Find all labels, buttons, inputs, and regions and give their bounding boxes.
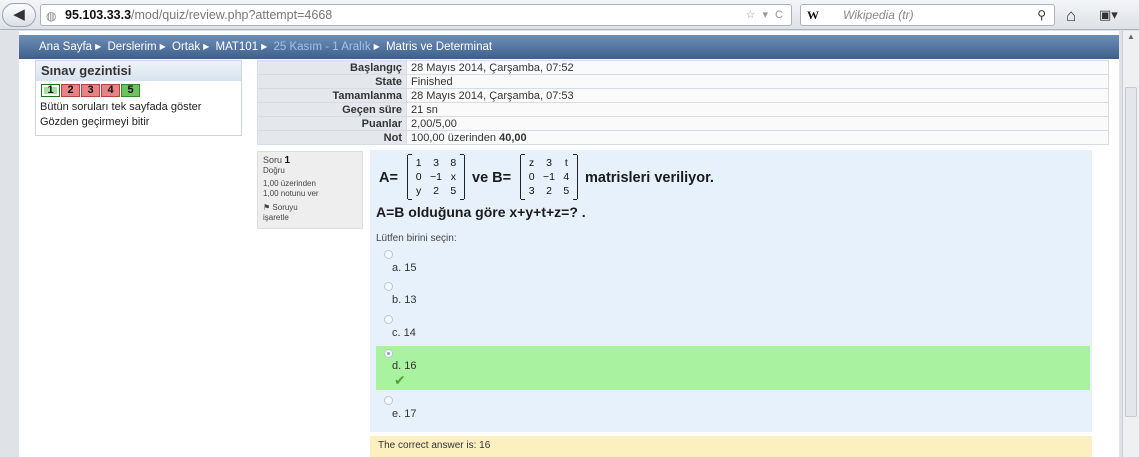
question-button-2[interactable]: 2 (61, 84, 80, 97)
radio-button[interactable] (384, 282, 393, 291)
question-content: A= 138 0 −1 x y25 ve B= z3t 0 −1 4 325 matri… (370, 150, 1092, 432)
breadcrumb-separator-icon: ▶ (159, 42, 166, 51)
correct-answer-feedback: The correct answer is: 16 (370, 436, 1092, 457)
question-button-1[interactable]: 1 (41, 84, 60, 97)
quiz-navigation-block: Sınav gezintisi 12345 Bütün soruları tek… (35, 60, 242, 136)
check-icon: ✔ (394, 372, 406, 388)
question-subtext: A=B olduğuna göre x+y+t+z=? . (376, 204, 586, 220)
finish-review-link[interactable]: Gözden geçirmeyi bitir (36, 115, 241, 130)
address-bar[interactable]: ◍ 95.103.33.3/mod/quiz/review.php?attemp… (40, 4, 792, 26)
back-arrow-icon: ◀ (13, 6, 25, 23)
search-placeholder: Wikipedia (tr) (843, 8, 914, 22)
question-number: Soru 1 (263, 155, 291, 166)
search-icon[interactable]: ⚲ (1037, 5, 1046, 25)
breadcrumb-item-week[interactable]: 25 Kasım - 1 Aralık (273, 41, 370, 53)
radio-button[interactable] (384, 396, 393, 405)
answer-label: d. 16 (392, 360, 417, 372)
breadcrumb-item-common[interactable]: Ortak (172, 41, 200, 53)
matrix-a: 138 0 −1 x y25 (407, 154, 465, 200)
answer-option-e[interactable]: e. 17 (376, 396, 1090, 428)
breadcrumb: Ana Sayfa ▶ Derslerim ▶ Ortak ▶ MAT101 ▶ 25 … (19, 35, 1119, 59)
breadcrumb-separator-icon: ▶ (261, 42, 268, 51)
matrix-b-label: ve B= (472, 170, 512, 186)
answer-label: e. 17 (392, 408, 417, 420)
summary-label: Tamamlanma (257, 88, 407, 103)
browser-toolbar: ◀ ◍ 95.103.33.3/mod/quiz/review.php?atte… (0, 0, 1139, 30)
table-row: Puanlar 2,00/5,00 (257, 116, 1109, 131)
breadcrumb-item-current[interactable]: Matris ve Determinat (386, 41, 492, 53)
breadcrumb-separator-icon: ▶ (95, 42, 102, 51)
table-row: Başlangıç 28 Mayıs 2014, Çarşamba, 07:52 (257, 60, 1109, 75)
flag-question-button[interactable]: ⚑ Soruyu işaretle (263, 203, 362, 223)
menu-icon[interactable]: ▣▾ (1099, 7, 1118, 23)
scroll-up-icon[interactable]: ▲ (1125, 32, 1137, 44)
radio-button[interactable] (384, 315, 393, 324)
answer-option-d[interactable]: d. 16 ✔ (376, 346, 1090, 390)
breadcrumb-separator-icon: ▶ (373, 42, 380, 51)
matrix-b: z3t 0 −1 4 325 (520, 154, 578, 200)
table-row: State Finished (257, 74, 1109, 89)
breadcrumb-separator-icon: ▶ (203, 42, 210, 51)
url-text: 95.103.33.3/mod/quiz/review.php?attempt=… (65, 8, 333, 22)
question-suffix: matrisleri veriliyor. (585, 170, 714, 186)
radio-button-selected[interactable] (384, 349, 393, 358)
summary-label: State (257, 74, 407, 89)
wikipedia-icon[interactable]: W (807, 5, 819, 25)
question-button-5[interactable]: 5 (121, 84, 140, 97)
question-status: Doğru (263, 166, 285, 175)
summary-value: 28 Mayıs 2014, Çarşamba, 07:52 (406, 60, 1109, 75)
search-bar[interactable]: W Wikipedia (tr) ⚲ (800, 4, 1055, 26)
breadcrumb-item-course[interactable]: MAT101 (215, 41, 258, 53)
answer-option-a[interactable]: a. 15 (376, 250, 1090, 282)
matrix-a-label: A= (379, 170, 398, 186)
answer-prompt: Lütfen birini seçin: (376, 233, 457, 244)
summary-value: 21 sn (406, 102, 1109, 117)
table-row: Tamamlanma 28 Mayıs 2014, Çarşamba, 07:53 (257, 88, 1109, 103)
quiz-navigation-title: Sınav gezintisi (36, 61, 241, 81)
answer-option-c[interactable]: c. 14 (376, 315, 1090, 347)
table-row: Geçen süre 21 sn (257, 102, 1109, 117)
breadcrumb-item-courses[interactable]: Derslerim (107, 41, 156, 53)
breadcrumb-item-home[interactable]: Ana Sayfa (39, 41, 92, 53)
question-button-3[interactable]: 3 (81, 84, 100, 97)
summary-label: Geçen süre (257, 102, 407, 117)
show-all-questions-link[interactable]: Bütün soruları tek sayfada göster (36, 100, 241, 115)
summary-value: 2,00/5,00 (406, 116, 1109, 131)
summary-label: Puanlar (257, 116, 407, 131)
summary-value: 28 Mayıs 2014, Çarşamba, 07:53 (406, 88, 1109, 103)
question-info: Soru 1 Doğru 1,00 üzerinden 1,00 notunu v… (257, 151, 363, 229)
flag-icon: ⚑ (263, 203, 271, 212)
summary-label: Başlangıç (257, 60, 407, 75)
grade-value: 100,00 üzerinden 40,00 (406, 130, 1109, 145)
back-button[interactable]: ◀ (2, 3, 36, 27)
answer-label: b. 13 (392, 294, 417, 306)
site-identity-icon[interactable]: ◍ (46, 6, 56, 26)
attempt-summary-table: Başlangıç 28 Mayıs 2014, Çarşamba, 07:52 … (257, 60, 1109, 145)
question-mark: 1,00 üzerinden 1,00 notunu ver (263, 179, 319, 198)
grade-label: Not (257, 130, 407, 145)
answer-option-b[interactable]: b. 13 (376, 282, 1090, 314)
radio-button[interactable] (384, 250, 393, 259)
scrollbar-thumb[interactable] (1125, 87, 1137, 417)
page-content: Ana Sayfa ▶ Derslerim ▶ Ortak ▶ MAT101 ▶ 25 … (19, 31, 1119, 457)
question-button-4[interactable]: 4 (101, 84, 120, 97)
question-text: A= 138 0 −1 x y25 ve B= z3t 0 −1 4 325 matri… (376, 152, 1076, 206)
summary-value: Finished (406, 74, 1109, 89)
vertical-scrollbar[interactable]: ▲ (1122, 31, 1139, 457)
answer-label: c. 14 (392, 327, 416, 339)
bookmark-reload-controls[interactable]: ☆ ▾ C (746, 5, 785, 25)
question-buttons: 12345 (36, 81, 241, 100)
table-row: Not 100,00 üzerinden 40,00 (257, 130, 1109, 145)
answer-label: a. 15 (392, 262, 417, 274)
home-icon[interactable]: ⌂ (1066, 6, 1076, 26)
